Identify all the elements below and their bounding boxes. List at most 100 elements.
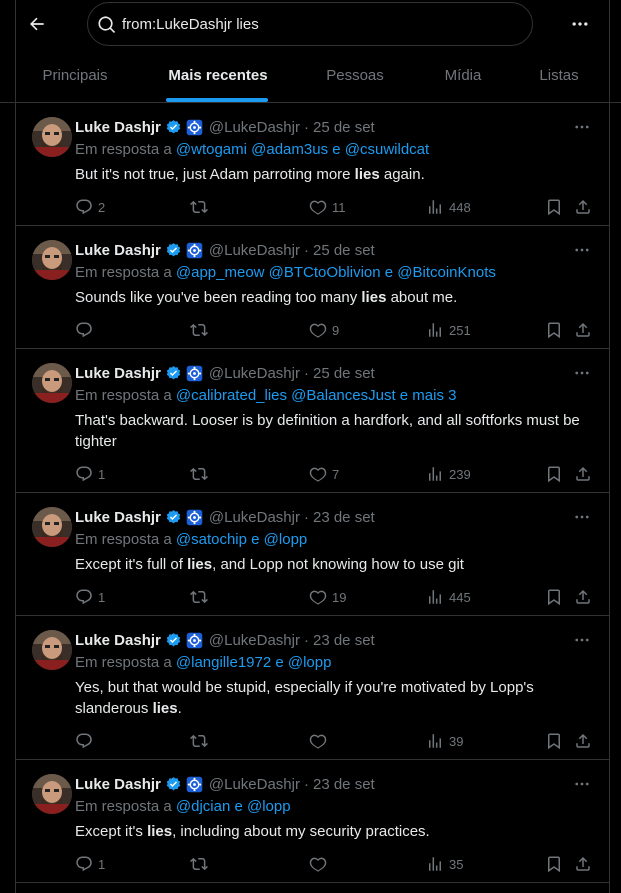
more-options-icon[interactable] bbox=[565, 10, 595, 38]
share-button[interactable] bbox=[574, 196, 592, 218]
views-button[interactable]: 39 bbox=[426, 730, 463, 752]
affiliate-badge-icon[interactable] bbox=[186, 119, 203, 136]
like-button[interactable]: 11 bbox=[309, 196, 346, 218]
reply-button[interactable]: 1 bbox=[75, 853, 105, 875]
verified-badge-icon[interactable] bbox=[165, 776, 182, 793]
author-handle[interactable]: @LukeDashjr bbox=[209, 242, 300, 259]
tweet-more-icon[interactable] bbox=[571, 774, 593, 794]
affiliate-badge-icon[interactable] bbox=[186, 509, 203, 526]
tweet-date[interactable]: 23 de set bbox=[313, 776, 375, 793]
search-bar[interactable]: from:LukeDashjr lies bbox=[87, 2, 533, 46]
reply-button[interactable] bbox=[75, 319, 98, 341]
author-name[interactable]: Luke Dashjr bbox=[75, 632, 161, 649]
avatar[interactable] bbox=[32, 507, 72, 547]
retweet-button[interactable] bbox=[190, 196, 213, 218]
like-button[interactable] bbox=[309, 853, 332, 875]
tweet[interactable]: Luke Dashjr @LukeDashjr · 25 de set Em r… bbox=[15, 103, 609, 226]
verified-badge-icon[interactable] bbox=[165, 365, 182, 382]
reply-mentions[interactable]: @djcian e @lopp bbox=[176, 798, 291, 815]
bookmark-button[interactable] bbox=[545, 853, 563, 875]
views-button[interactable]: 445 bbox=[426, 586, 471, 608]
bookmark-button[interactable] bbox=[545, 196, 563, 218]
tweet-date[interactable]: 25 de set bbox=[313, 119, 375, 136]
verified-badge-icon[interactable] bbox=[165, 632, 182, 649]
reply-mentions[interactable]: @satochip e @lopp bbox=[176, 531, 307, 548]
author-handle[interactable]: @LukeDashjr bbox=[209, 776, 300, 793]
verified-badge-icon[interactable] bbox=[165, 509, 182, 526]
reply-button[interactable] bbox=[75, 730, 98, 752]
affiliate-badge-icon[interactable] bbox=[186, 632, 203, 649]
share-button[interactable] bbox=[574, 730, 592, 752]
back-arrow-icon[interactable] bbox=[22, 9, 52, 39]
like-button[interactable] bbox=[309, 730, 332, 752]
affiliate-badge-icon[interactable] bbox=[186, 365, 203, 382]
share-button[interactable] bbox=[574, 463, 592, 485]
tweet-more-icon[interactable] bbox=[571, 507, 593, 527]
tweet[interactable]: Luke Dashjr @LukeDashjr · 23 de set Em r… bbox=[15, 760, 609, 883]
like-button[interactable]: 9 bbox=[309, 319, 339, 341]
retweet-button[interactable] bbox=[190, 730, 213, 752]
tweet-more-icon[interactable] bbox=[571, 240, 593, 260]
reply-icon bbox=[76, 199, 92, 215]
tab-midia[interactable]: Mídia bbox=[428, 48, 498, 103]
reply-mentions[interactable]: @langille1972 e @lopp bbox=[176, 654, 332, 671]
views-button[interactable]: 448 bbox=[426, 196, 471, 218]
tweet-date[interactable]: 23 de set bbox=[313, 509, 375, 526]
tweet-date[interactable]: 23 de set bbox=[313, 632, 375, 649]
bookmark-button[interactable] bbox=[545, 586, 563, 608]
tweet[interactable]: Luke Dashjr @LukeDashjr · 23 de set Em r… bbox=[15, 493, 609, 616]
avatar[interactable] bbox=[32, 117, 72, 157]
affiliate-badge-icon[interactable] bbox=[186, 776, 203, 793]
author-handle[interactable]: @LukeDashjr bbox=[209, 119, 300, 136]
author-name[interactable]: Luke Dashjr bbox=[75, 365, 161, 382]
reply-button[interactable]: 1 bbox=[75, 586, 105, 608]
search-input[interactable]: from:LukeDashjr lies bbox=[122, 16, 259, 33]
verified-badge-icon[interactable] bbox=[165, 242, 182, 259]
author-handle[interactable]: @LukeDashjr bbox=[209, 632, 300, 649]
retweet-button[interactable] bbox=[190, 463, 213, 485]
reply-mentions[interactable]: @calibrated_lies @BalancesJust e mais 3 bbox=[176, 387, 457, 404]
bookmark-button[interactable] bbox=[545, 730, 563, 752]
tweet-date[interactable]: 25 de set bbox=[313, 365, 375, 382]
avatar[interactable] bbox=[32, 240, 72, 280]
tweet[interactable]: Luke Dashjr @LukeDashjr · 23 de set Em r… bbox=[15, 616, 609, 760]
reply-button[interactable]: 1 bbox=[75, 463, 105, 485]
bookmark-button[interactable] bbox=[545, 319, 563, 341]
tab-listas[interactable]: Listas bbox=[526, 48, 592, 103]
views-button[interactable]: 35 bbox=[426, 853, 463, 875]
like-button[interactable]: 19 bbox=[309, 586, 346, 608]
views-button[interactable]: 251 bbox=[426, 319, 471, 341]
tweet[interactable]: Luke Dashjr @LukeDashjr · 25 de set Em r… bbox=[15, 349, 609, 493]
author-name[interactable]: Luke Dashjr bbox=[75, 509, 161, 526]
share-button[interactable] bbox=[574, 319, 592, 341]
tab-mais-recentes[interactable]: Mais recentes bbox=[160, 48, 276, 103]
affiliate-badge-icon[interactable] bbox=[186, 242, 203, 259]
author-handle[interactable]: @LukeDashjr bbox=[209, 365, 300, 382]
retweet-button[interactable] bbox=[190, 853, 213, 875]
retweet-button[interactable] bbox=[190, 319, 213, 341]
tweet-date[interactable]: 25 de set bbox=[313, 242, 375, 259]
author-name[interactable]: Luke Dashjr bbox=[75, 776, 161, 793]
avatar[interactable] bbox=[32, 630, 72, 670]
avatar[interactable] bbox=[32, 363, 72, 403]
bookmark-button[interactable] bbox=[545, 463, 563, 485]
author-name[interactable]: Luke Dashjr bbox=[75, 119, 161, 136]
tweet[interactable]: Luke Dashjr @LukeDashjr · 25 de set Em r… bbox=[15, 226, 609, 349]
tab-pessoas[interactable]: Pessoas bbox=[310, 48, 400, 103]
share-button[interactable] bbox=[574, 586, 592, 608]
avatar[interactable] bbox=[32, 774, 72, 814]
author-name[interactable]: Luke Dashjr bbox=[75, 242, 161, 259]
retweet-button[interactable] bbox=[190, 586, 213, 608]
tab-principais[interactable]: Principais bbox=[26, 48, 124, 103]
tweet-more-icon[interactable] bbox=[571, 363, 593, 383]
reply-mentions[interactable]: @app_meow @BTCtoOblivion e @BitcoinKnots bbox=[176, 264, 496, 281]
reply-button[interactable]: 2 bbox=[75, 196, 105, 218]
verified-badge-icon[interactable] bbox=[165, 119, 182, 136]
author-handle[interactable]: @LukeDashjr bbox=[209, 509, 300, 526]
reply-mentions[interactable]: @wtogami @adam3us e @csuwildcat bbox=[176, 141, 429, 158]
tweet-more-icon[interactable] bbox=[571, 630, 593, 650]
views-button[interactable]: 239 bbox=[426, 463, 471, 485]
tweet-more-icon[interactable] bbox=[571, 117, 593, 137]
like-button[interactable]: 7 bbox=[309, 463, 339, 485]
share-button[interactable] bbox=[574, 853, 592, 875]
